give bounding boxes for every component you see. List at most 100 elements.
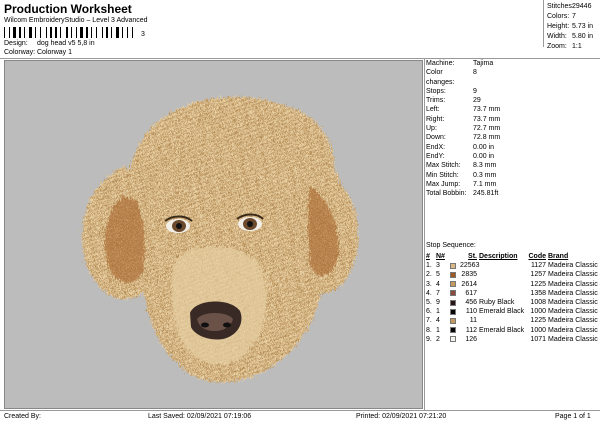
info-value: 0.00 in [473,143,495,151]
col-num: # [426,253,430,260]
info-value: Tajima [473,60,494,67]
thread-brand: Madeira Classic 40 [548,335,600,343]
color-swatch [450,262,460,269]
design-value: dog head v5 5,8 in [37,40,95,47]
info-label: Max Jump: [426,180,461,188]
info-row: Color changes: 8 [426,68,600,87]
thread-brand: Madeira Classic 40 [548,326,600,334]
info-row: Right: 73.7 mm [426,115,600,124]
info-label: Trims: [426,97,446,105]
page-title: Production Worksheet [4,2,132,16]
color-swatch [450,308,460,315]
stat-value: 29446 [572,3,592,10]
info-value: 245.81ft [473,190,499,198]
stat-label: Width: [547,33,567,40]
info-value: 8 [473,69,477,77]
thread-brand: Madeira Classic 40 [548,317,600,325]
thread-description: Emerald Black [479,326,525,334]
table-row: 2. 5 2835 1257Madeira Classic 40 [426,270,600,279]
thread-brand: Madeira Classic 40 [548,262,600,270]
stop-table-header: # N# St. Description Code Brand [426,252,600,261]
column-divider [424,58,425,410]
table-row: 7. 4 11 1225Madeira Classic 40 [426,316,600,325]
stitch-count: 2614 [461,280,477,288]
info-row: Machine: Tajima [426,59,600,68]
color-swatch [450,336,460,343]
stop-number: 4. [426,289,432,297]
stop-number: 2. [426,271,432,279]
stop-number: 6. [426,308,432,316]
col-description: Description [479,253,518,260]
thread-code: 1000 [530,326,546,334]
needle-number: 4 [436,280,440,288]
info-value: 8.3 mm [473,162,497,170]
stop-number: 8. [426,326,432,334]
info-row: Total Bobbin: 245.81ft [426,189,600,198]
footer: Created By: Last Saved: 02/09/2021 07:19… [0,412,600,424]
stat-row: Zoom: 1:1 [547,42,597,52]
thread-brand: Madeira Classic 40 [548,289,600,297]
table-row: 8. 1 112Emerald Black 1000Madeira Classic 4… [426,326,600,335]
info-row: EndX: 0.00 in [426,143,600,152]
table-row: 5. 9 456Ruby Black 1008Madeira Classic 40 [426,298,600,307]
info-label: Machine: [426,60,455,67]
info-label: Color changes: [426,69,455,86]
info-label: EndX: [426,143,446,151]
info-row: Max Stitch: 8.3 mm [426,161,600,170]
thread-code: 1225 [530,317,546,325]
stop-number: 1. [426,262,432,270]
info-row: Left: 73.7 mm [426,105,600,114]
info-row: Down: 72.8 mm [426,133,600,142]
thread-code: 1008 [530,299,546,307]
needle-number: 9 [436,299,440,307]
col-brand: Brand [548,253,569,260]
stat-label: Stitches: [547,3,574,10]
needle-number: 4 [436,317,440,325]
info-row: Min Stitch: 0.3 mm [426,171,600,180]
info-label: Left: [426,106,440,114]
needle-number: 7 [436,289,440,297]
info-value: 72.8 mm [473,134,501,142]
nose [190,301,242,340]
thread-brand: Madeira Classic 40 [548,271,600,279]
color-swatch [450,327,460,334]
stat-label: Height: [547,23,570,30]
info-value: 29 [473,97,481,105]
stitch-count: 110 [465,308,477,316]
needle-number: 5 [436,271,440,279]
stop-number: 3. [426,280,432,288]
info-value: 73.7 mm [473,115,501,123]
colorway-value: Colorway 1 [37,49,73,56]
info-value: 7.1 mm [473,180,497,188]
design-canvas[interactable] [4,60,423,409]
stop-number: 9. [426,335,432,343]
info-value: 73.7 mm [473,106,501,114]
table-row: 1. 3 22563 1127Madeira Classic 40 [426,261,600,270]
info-value: 0.3 mm [473,171,497,179]
stop-number: 7. [426,317,432,325]
thread-code: 1071 [530,335,546,343]
stop-sequence-table: # N# St. Description Code Brand 1. 3 22563… [426,252,600,344]
info-row: EndY: 0.00 in [426,152,600,161]
footer-divider [0,410,600,411]
stitch-count: 22563 [460,262,480,270]
stat-value: 5.73 in [572,23,594,30]
col-stitches: St. [468,253,477,260]
stat-label: Zoom: [547,43,567,50]
col-code: Code [528,253,547,260]
needle-number: 1 [436,326,440,334]
software-subtitle: Wilcom EmbroideryStudio – Level 3 Advanc… [4,17,148,24]
info-label: Up: [426,125,437,133]
info-value: 72.7 mm [473,125,501,133]
needle-number: 3 [436,262,440,270]
info-row: Max Jump: 7.1 mm [426,180,600,189]
dog-head-embroidery-preview [81,96,359,383]
table-row: 9. 2 126 1071Madeira Classic 40 [426,335,600,344]
thread-description: Ruby Black [479,299,515,307]
stitch-count: 112 [465,326,477,334]
info-row: Up: 72.7 mm [426,124,600,133]
thread-code: 1225 [530,280,546,288]
thread-code: 1358 [530,289,546,297]
needle-number: 2 [436,335,440,343]
thread-description: Emerald Black [479,308,525,316]
